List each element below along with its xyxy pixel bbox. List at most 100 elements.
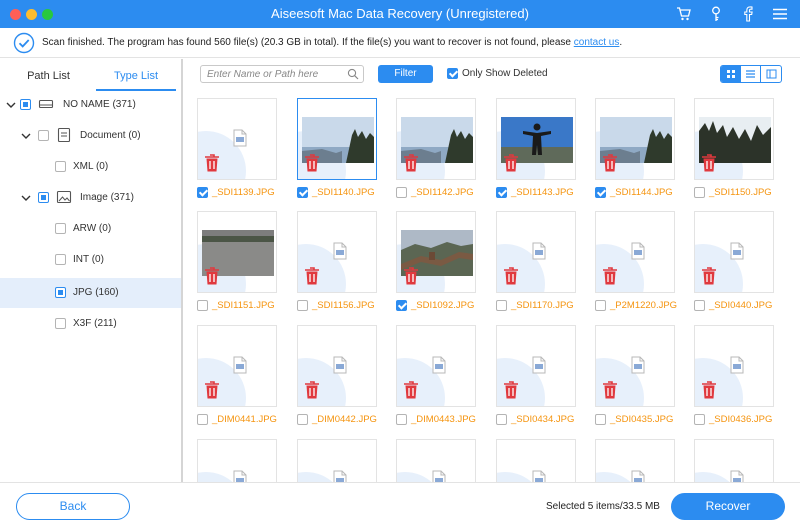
- file-thumbnail-card[interactable]: [396, 325, 476, 407]
- tree-checkbox-xml[interactable]: [55, 161, 66, 172]
- tab-type-list[interactable]: Type List: [96, 59, 176, 91]
- file-checkbox[interactable]: [595, 414, 606, 425]
- file-name: _DIM0441.JPG: [212, 414, 277, 425]
- tree-label: Image (371): [80, 192, 134, 203]
- file-checkbox[interactable]: [496, 300, 507, 311]
- file-thumbnail-card[interactable]: [595, 211, 675, 293]
- file-checkbox[interactable]: [595, 300, 606, 311]
- file-checkbox[interactable]: [297, 187, 308, 198]
- menu-icon[interactable]: [772, 5, 788, 23]
- scan-status-message: Scan finished. The program has found 560…: [42, 37, 574, 48]
- file-checkbox[interactable]: [694, 300, 705, 311]
- file-thumbnail-card[interactable]: [197, 325, 277, 407]
- tree-item-xml[interactable]: XML (0): [0, 152, 181, 182]
- file-thumbnail-card[interactable]: [396, 98, 476, 180]
- file-checkbox[interactable]: [496, 414, 507, 425]
- file-thumbnail-card[interactable]: [197, 98, 277, 180]
- file-checkbox[interactable]: [396, 187, 407, 198]
- file-placeholder-icon: [532, 242, 546, 260]
- title-bar: Aiseesoft Mac Data Recovery (Unregistere…: [0, 0, 800, 28]
- tree-label: X3F (211): [73, 318, 117, 329]
- tree-item-int[interactable]: INT (0): [0, 245, 181, 275]
- tree-checkbox-document[interactable]: [38, 130, 49, 141]
- chevron-down-icon[interactable]: [20, 192, 32, 204]
- file-thumbnail-card[interactable]: [595, 325, 675, 407]
- file-checkbox[interactable]: [297, 414, 308, 425]
- chevron-down-icon[interactable]: [5, 99, 17, 111]
- tree-item-no-name[interactable]: NO NAME (371): [0, 90, 181, 120]
- trash-icon: [203, 380, 221, 400]
- tree-checkbox-jpg[interactable]: [55, 287, 66, 298]
- file-thumbnail-card[interactable]: [197, 211, 277, 293]
- tree-item-document[interactable]: Document (0): [0, 121, 181, 151]
- trash-icon: [502, 380, 520, 400]
- file-name: _SDI1142.JPG: [411, 187, 474, 198]
- file-item-row: _SDI1143.JPG: [496, 186, 586, 200]
- file-thumbnail-card[interactable]: [694, 439, 774, 482]
- file-checkbox[interactable]: [396, 300, 407, 311]
- tree-item-jpg[interactable]: JPG (160): [0, 278, 181, 308]
- file-checkbox[interactable]: [396, 414, 407, 425]
- tree-item-image[interactable]: Image (371): [0, 183, 181, 213]
- file-thumbnail-card[interactable]: [197, 439, 277, 482]
- file-thumbnail-card[interactable]: [496, 98, 576, 180]
- file-thumbnail-card[interactable]: [297, 98, 377, 180]
- file-checkbox[interactable]: [694, 414, 705, 425]
- facebook-icon[interactable]: [740, 5, 756, 23]
- file-thumbnail-card[interactable]: [297, 211, 377, 293]
- file-thumbnail-card[interactable]: [595, 98, 675, 180]
- tree-item-arw[interactable]: ARW (0): [0, 214, 181, 244]
- trash-icon: [402, 153, 420, 173]
- file-thumbnail-card[interactable]: [297, 325, 377, 407]
- file-checkbox[interactable]: [694, 187, 705, 198]
- file-thumbnail-card[interactable]: [496, 439, 576, 482]
- key-icon[interactable]: [708, 5, 724, 23]
- search-icon[interactable]: [347, 68, 359, 80]
- document-icon: [56, 127, 72, 143]
- trash-icon: [203, 266, 221, 286]
- file-name: _SDI1170.JPG: [511, 300, 574, 311]
- file-checkbox[interactable]: [197, 414, 208, 425]
- file-checkbox[interactable]: [197, 187, 208, 198]
- file-thumbnail-card[interactable]: [396, 211, 476, 293]
- file-thumbnail-card[interactable]: [694, 325, 774, 407]
- trash-icon: [203, 153, 221, 173]
- tree-checkbox-x3f[interactable]: [55, 318, 66, 329]
- filter-button[interactable]: Filter: [378, 65, 433, 83]
- tree-checkbox-no-name[interactable]: [20, 99, 31, 110]
- detail-view-icon[interactable]: [761, 66, 781, 82]
- list-view-icon[interactable]: [741, 66, 761, 82]
- file-placeholder-icon: [233, 129, 247, 147]
- chevron-down-icon[interactable]: [20, 130, 32, 142]
- trash-icon: [700, 380, 718, 400]
- file-thumbnail-card[interactable]: [396, 439, 476, 482]
- file-name: _SDI0440.JPG: [709, 300, 773, 311]
- file-name: _P2M1220.JPG: [610, 300, 678, 311]
- tree-checkbox-image[interactable]: [38, 192, 49, 203]
- file-checkbox[interactable]: [197, 300, 208, 311]
- tree-checkbox-int[interactable]: [55, 254, 66, 265]
- file-thumbnail-card[interactable]: [694, 98, 774, 180]
- file-thumbnail-card[interactable]: [496, 325, 576, 407]
- file-thumbnail-card[interactable]: [694, 211, 774, 293]
- recover-button[interactable]: Recover: [671, 493, 785, 520]
- file-checkbox[interactable]: [496, 187, 507, 198]
- tree-item-x3f[interactable]: X3F (211): [0, 309, 181, 339]
- only-show-deleted-checkbox[interactable]: [447, 68, 458, 79]
- file-thumbnail-card[interactable]: [297, 439, 377, 482]
- file-checkbox[interactable]: [595, 187, 606, 198]
- tree-checkbox-arw[interactable]: [55, 223, 66, 234]
- file-checkbox[interactable]: [297, 300, 308, 311]
- file-thumbnail-card[interactable]: [496, 211, 576, 293]
- file-placeholder-icon: [532, 470, 546, 482]
- tab-path-list[interactable]: Path List: [7, 59, 90, 91]
- contact-us-link[interactable]: contact us: [574, 37, 620, 48]
- cart-icon[interactable]: [676, 5, 692, 23]
- search-input[interactable]: [207, 67, 337, 81]
- trash-icon: [402, 380, 420, 400]
- file-thumbnail-card[interactable]: [595, 439, 675, 482]
- grid-view-icon[interactable]: [721, 66, 741, 82]
- back-button[interactable]: Back: [16, 493, 130, 520]
- tree-label: INT (0): [73, 254, 104, 265]
- image-icon: [56, 189, 72, 205]
